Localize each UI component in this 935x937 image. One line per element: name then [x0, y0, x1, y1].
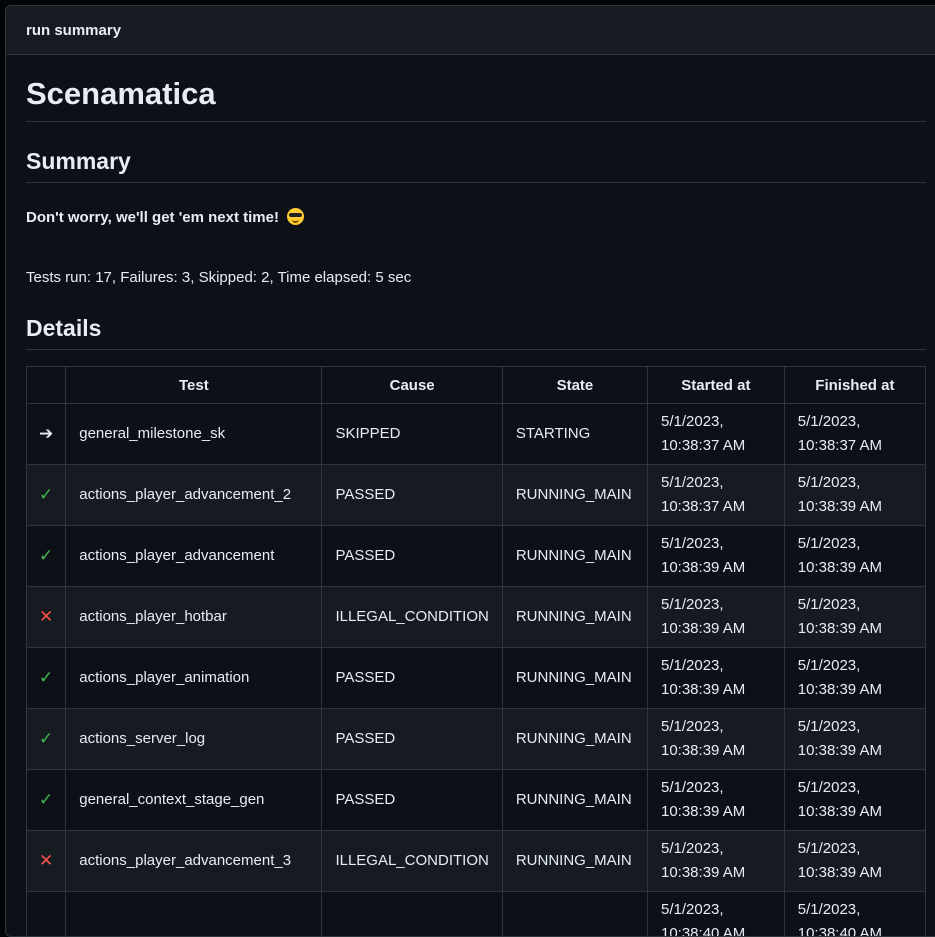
details-table: Test Cause State Started at Finished at … [26, 366, 926, 937]
finished-at-cell: 5/1/2023, 10:38:37 AM [784, 404, 925, 465]
status-cell: ✓ [27, 526, 66, 587]
finished-at-cell: 5/1/2023, 10:38:39 AM [784, 648, 925, 709]
summary-tagline: Don't worry, we'll get 'em next time! [26, 183, 926, 229]
started-at-cell: 5/1/2023, 10:38:39 AM [647, 648, 784, 709]
table-body: ➔general_milestone_skSKIPPEDSTARTING5/1/… [27, 404, 926, 937]
column-header-test: Test [66, 367, 322, 404]
state-cell: RUNNING_MAIN [502, 587, 647, 648]
check-icon: ✓ [39, 668, 53, 687]
check-icon: ✓ [39, 546, 53, 565]
started-at-cell: 5/1/2023, 10:38:39 AM [647, 709, 784, 770]
tagline-text: Don't worry, we'll get 'em next time! [26, 209, 279, 226]
table-row: ➔general_milestone_skSKIPPEDSTARTING5/1/… [27, 404, 926, 465]
table-row: ✕ actions_player_hotbarILLEGAL_CONDITIONR… [27, 587, 926, 648]
test-name-cell: actions_player_advancement [66, 526, 322, 587]
state-cell: RUNNING_MAIN [502, 709, 647, 770]
status-cell: ✓ [27, 648, 66, 709]
state-cell: RUNNING_MAIN [502, 831, 647, 892]
table-header-row: Test Cause State Started at Finished at [27, 367, 926, 404]
cause-cell: PASSED [322, 465, 502, 526]
finished-at-cell: 5/1/2023, 10:38:39 AM [784, 770, 925, 831]
started-at-cell: 5/1/2023, 10:38:37 AM [647, 404, 784, 465]
summary-heading: Summary [26, 122, 926, 183]
sunglasses-emoji-icon [287, 208, 304, 225]
finished-at-cell: 5/1/2023, 10:38:39 AM [784, 709, 925, 770]
test-name-cell: general_context_stage_gen [66, 770, 322, 831]
test-name-cell: actions_player_advancement_3 [66, 831, 322, 892]
finished-at-cell: 5/1/2023, 10:38:39 AM [784, 526, 925, 587]
cause-cell [322, 892, 502, 937]
state-cell: RUNNING_MAIN [502, 465, 647, 526]
started-at-cell: 5/1/2023, 10:38:37 AM [647, 465, 784, 526]
check-icon: ✓ [39, 485, 53, 504]
finished-at-cell: 5/1/2023, 10:38:39 AM [784, 831, 925, 892]
check-icon: ✓ [39, 729, 53, 748]
arrow-right-icon: ➔ [39, 424, 53, 443]
report-content: Scenamatica Summary Don't worry, we'll g… [6, 55, 935, 937]
status-cell: ✓ [27, 465, 66, 526]
finished-at-cell: 5/1/2023, 10:38:39 AM [784, 587, 925, 648]
state-cell: RUNNING_MAIN [502, 770, 647, 831]
column-header-status [27, 367, 66, 404]
cause-cell: PASSED [322, 648, 502, 709]
started-at-cell: 5/1/2023, 10:38:39 AM [647, 587, 784, 648]
state-cell: RUNNING_MAIN [502, 648, 647, 709]
cause-cell: PASSED [322, 526, 502, 587]
test-name-cell: actions_player_advancement_2 [66, 465, 322, 526]
test-name-cell: actions_server_log [66, 709, 322, 770]
started-at-cell: 5/1/2023, 10:38:39 AM [647, 831, 784, 892]
cause-cell: PASSED [322, 770, 502, 831]
cause-cell: ILLEGAL_CONDITION [322, 587, 502, 648]
state-cell [502, 892, 647, 937]
test-stats: Tests run: 17, Failures: 3, Skipped: 2, … [26, 229, 926, 289]
table-row: ✕ actions_player_advancement_3ILLEGAL_CON… [27, 831, 926, 892]
cause-cell: SKIPPED [322, 404, 502, 465]
status-cell [27, 892, 66, 937]
table-row: ✓ actions_player_advancementPASSEDRUNNING… [27, 526, 926, 587]
column-header-started-at: Started at [647, 367, 784, 404]
state-cell: RUNNING_MAIN [502, 526, 647, 587]
details-heading: Details [26, 289, 926, 350]
status-cell: ➔ [27, 404, 66, 465]
table-row: ✓ actions_player_advancement_2PASSEDRUNNI… [27, 465, 926, 526]
cross-icon: ✕ [39, 607, 53, 626]
state-cell: STARTING [502, 404, 647, 465]
cause-cell: PASSED [322, 709, 502, 770]
run-summary-panel: run summary Scenamatica Summary Don't wo… [5, 5, 935, 937]
column-header-finished-at: Finished at [784, 367, 925, 404]
table-row: ✓ actions_player_animationPASSEDRUNNING_M… [27, 648, 926, 709]
column-header-state: State [502, 367, 647, 404]
test-name-cell: general_milestone_sk [66, 404, 322, 465]
status-cell: ✕ [27, 831, 66, 892]
status-cell: ✓ [27, 770, 66, 831]
test-name-cell: actions_player_hotbar [66, 587, 322, 648]
panel-title: run summary [6, 6, 935, 55]
check-icon: ✓ [39, 790, 53, 809]
table-row: ✓ general_context_stage_genPASSEDRUNNING_… [27, 770, 926, 831]
started-at-cell: 5/1/2023, 10:38:40 AM [647, 892, 784, 937]
cause-cell: ILLEGAL_CONDITION [322, 831, 502, 892]
test-name-cell: actions_player_animation [66, 648, 322, 709]
cross-icon: ✕ [39, 851, 53, 870]
status-cell: ✕ [27, 587, 66, 648]
status-cell: ✓ [27, 709, 66, 770]
finished-at-cell: 5/1/2023, 10:38:40 AM [784, 892, 925, 937]
column-header-cause: Cause [322, 367, 502, 404]
started-at-cell: 5/1/2023, 10:38:39 AM [647, 526, 784, 587]
test-name-cell [66, 892, 322, 937]
table-row: 5/1/2023, 10:38:40 AM5/1/2023, 10:38:40 … [27, 892, 926, 937]
page-title: Scenamatica [26, 55, 926, 122]
started-at-cell: 5/1/2023, 10:38:39 AM [647, 770, 784, 831]
finished-at-cell: 5/1/2023, 10:38:39 AM [784, 465, 925, 526]
table-row: ✓actions_server_logPASSEDRUNNING_MAIN5/1… [27, 709, 926, 770]
